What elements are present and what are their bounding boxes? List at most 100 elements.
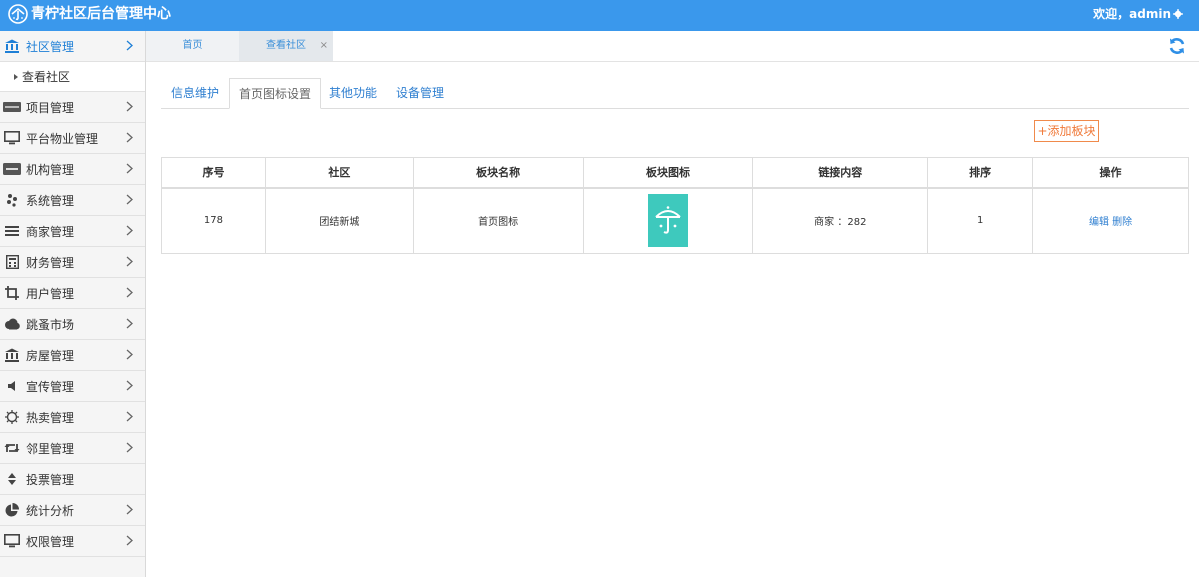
sidebar-item-projects[interactable]: 项目管理 <box>0 92 145 123</box>
sidebar-item-hot-sale[interactable]: 热卖管理 <box>0 402 145 433</box>
column-header-link: 链接内容 <box>752 157 929 189</box>
sidebar-item-users[interactable]: 用户管理 <box>0 278 145 309</box>
pie-chart-icon <box>3 503 21 517</box>
sidebar-item-neighbors[interactable]: 邻里管理 <box>0 433 145 464</box>
block-icon-tile <box>647 194 688 248</box>
crop-icon <box>3 286 21 300</box>
chevron-right-icon <box>126 535 133 546</box>
page-tab-bar: 首页 查看社区 × <box>146 31 1199 62</box>
tab-label: 首页 <box>182 40 203 51</box>
sidebar-item-platform-property[interactable]: 平台物业管理 <box>0 123 145 154</box>
column-header-block-icon: 板块图标 <box>582 157 754 189</box>
column-header-community: 社区 <box>264 157 414 189</box>
bank-icon <box>3 39 21 53</box>
chevron-right-icon <box>126 504 133 515</box>
delete-link[interactable]: 删除 <box>1112 217 1132 228</box>
sidebar-item-label: 热卖管理 <box>26 410 75 425</box>
sidebar: 社区管理 查看社区 项目管理 平台物业管理 机构管理 系统管理 商家管理 财务管… <box>0 31 146 577</box>
table-row: 178 团结新城 首页图标 商家 ：282 1 编辑 删除 <box>161 187 1189 254</box>
yelp-icon <box>3 193 21 207</box>
column-header-order: 排序 <box>927 157 1034 189</box>
volume-icon <box>3 379 21 393</box>
sidebar-item-label: 商家管理 <box>26 224 75 239</box>
sidebar-item-system[interactable]: 系统管理 <box>0 185 145 216</box>
sidebar-item-label: 项目管理 <box>26 100 75 115</box>
umbrella-icon <box>655 205 681 234</box>
sidebar-item-label: 财务管理 <box>26 255 75 270</box>
subtab-device-management[interactable]: 设备管理 <box>396 78 444 108</box>
logo-icon <box>8 4 28 24</box>
cell-order: 1 <box>927 187 1034 254</box>
sidebar-item-finance[interactable]: 财务管理 <box>0 247 145 278</box>
sidebar-item-organization[interactable]: 机构管理 <box>0 154 145 185</box>
cell-community: 团结新城 <box>264 187 414 254</box>
cell-id: 178 <box>161 187 266 254</box>
refresh-icon[interactable] <box>1167 36 1187 56</box>
chevron-right-icon <box>126 256 133 267</box>
sidebar-item-label: 权限管理 <box>26 534 75 549</box>
cell-link: 商家 ：282 <box>752 187 929 254</box>
caret-right-icon <box>14 73 18 80</box>
blocks-table: 序号 社区 板块名称 板块图标 链接内容 排序 操作 178 团结新城 首页图标 <box>161 157 1189 254</box>
sidebar-item-housing[interactable]: 房屋管理 <box>0 340 145 371</box>
chevron-right-icon <box>126 101 133 112</box>
app-title: 青柠社区后台管理中心 <box>31 6 171 22</box>
subtab-other-functions[interactable]: 其他功能 <box>329 78 377 108</box>
sidebar-item-label: 机构管理 <box>26 162 75 177</box>
column-header-id: 序号 <box>161 157 266 189</box>
chevron-right-icon <box>126 349 133 360</box>
gear-icon[interactable] <box>1173 9 1183 19</box>
sidebar-item-label: 投票管理 <box>26 472 75 487</box>
sidebar-item-voting[interactable]: 投票管理 <box>0 464 145 495</box>
sun-icon <box>3 410 21 424</box>
close-icon[interactable]: × <box>320 31 328 61</box>
chevron-right-icon <box>126 442 133 453</box>
column-header-actions: 操作 <box>1032 157 1189 189</box>
sidebar-item-publicity[interactable]: 宣传管理 <box>0 371 145 402</box>
chevron-right-icon <box>126 163 133 174</box>
sidebar-item-merchants[interactable]: 商家管理 <box>0 216 145 247</box>
table-header-row: 序号 社区 板块名称 板块图标 链接内容 排序 操作 <box>161 157 1189 189</box>
cloud-icon <box>3 317 21 331</box>
sidebar-subitem-view-community[interactable]: 查看社区 <box>0 62 145 92</box>
sidebar-item-label: 房屋管理 <box>26 348 75 363</box>
sidebar-item-label: 平台物业管理 <box>26 131 99 146</box>
sort-icon <box>3 472 21 486</box>
bank-icon <box>3 348 21 362</box>
user-menu[interactable]: 欢迎，admin <box>1093 7 1183 21</box>
content-subtabs: 信息维护 首页图标设置 其他功能 设备管理 <box>161 78 1189 109</box>
add-block-button[interactable]: +添加板块 <box>1034 120 1099 142</box>
sidebar-item-label: 跳蚤市场 <box>26 317 75 332</box>
cell-block-icon <box>582 187 754 254</box>
edit-link[interactable]: 编辑 <box>1089 217 1109 228</box>
chevron-right-icon <box>126 194 133 205</box>
discover-card-icon <box>3 100 21 114</box>
chevron-right-icon <box>126 287 133 298</box>
sidebar-item-label: 系统管理 <box>26 193 75 208</box>
sidebar-item-label: 社区管理 <box>26 39 75 54</box>
sidebar-item-statistics[interactable]: 统计分析 <box>0 495 145 526</box>
sidebar-item-label: 邻里管理 <box>26 441 75 456</box>
calculator-icon <box>3 255 21 269</box>
sidebar-item-flea-market[interactable]: 跳蚤市场 <box>0 309 145 340</box>
chevron-right-icon <box>126 225 133 236</box>
cell-actions: 编辑 删除 <box>1032 187 1189 254</box>
sidebar-subitem-label: 查看社区 <box>22 70 71 84</box>
sidebar-item-label: 统计分析 <box>26 503 75 518</box>
sidebar-item-label: 用户管理 <box>26 286 75 301</box>
tab-label: 查看社区 <box>266 40 306 51</box>
welcome-text: 欢迎，admin <box>1093 7 1171 21</box>
retweet-icon <box>3 441 21 455</box>
chevron-right-icon <box>126 40 133 51</box>
subtab-home-icon-settings[interactable]: 首页图标设置 <box>229 78 322 109</box>
sidebar-item-community[interactable]: 社区管理 <box>0 31 145 62</box>
stripe-icon <box>3 162 21 176</box>
top-bar: 青柠社区后台管理中心 欢迎，admin <box>0 0 1199 31</box>
tab-view-community[interactable]: 查看社区 × <box>239 31 333 61</box>
tab-home[interactable]: 首页 <box>146 31 239 61</box>
subtab-info-maintenance[interactable]: 信息维护 <box>171 78 219 108</box>
sidebar-item-permissions[interactable]: 权限管理 <box>0 526 145 557</box>
chevron-right-icon <box>126 380 133 391</box>
cell-block-name: 首页图标 <box>412 187 584 254</box>
column-header-block-name: 板块名称 <box>412 157 584 189</box>
